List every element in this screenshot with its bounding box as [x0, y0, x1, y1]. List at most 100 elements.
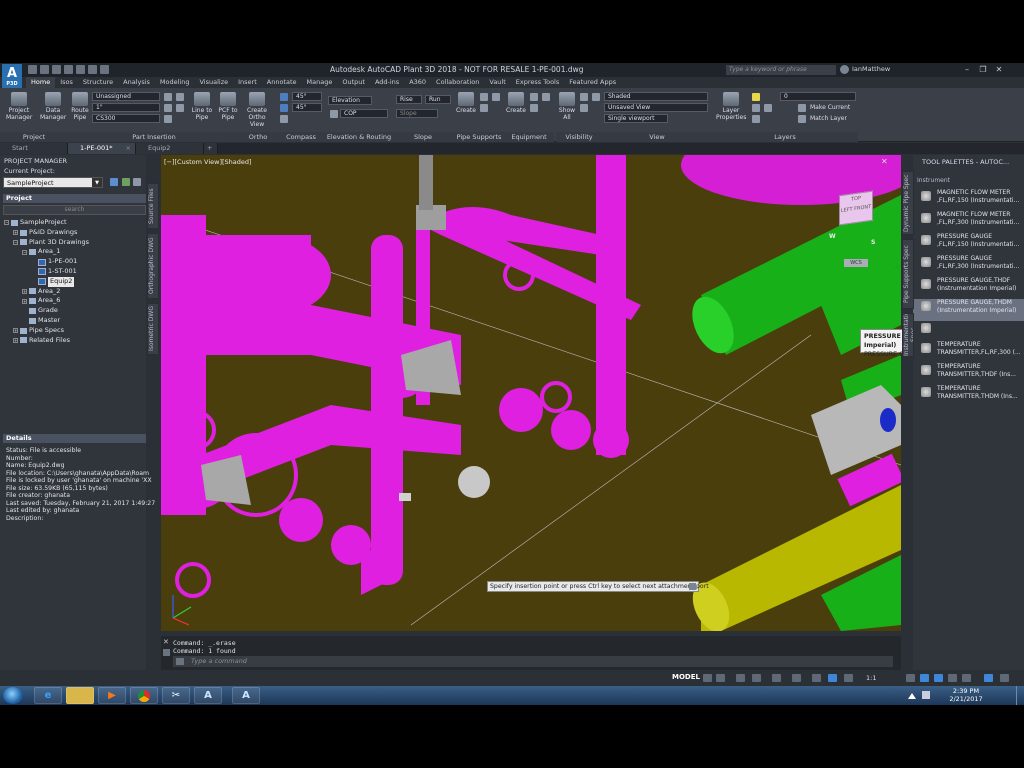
- create-ortho-view-button[interactable]: Create Ortho View: [242, 92, 272, 128]
- tree-item-area-6[interactable]: + Area_6: [4, 296, 144, 306]
- isolate-icon[interactable]: [920, 674, 929, 682]
- current-layer-combo[interactable]: 0: [780, 92, 856, 101]
- project-manager-button[interactable]: Project Manager: [6, 92, 32, 121]
- expand-icon[interactable]: +: [22, 298, 27, 304]
- redo-icon[interactable]: [100, 65, 109, 74]
- cop-combo[interactable]: COP: [340, 109, 388, 118]
- pcf-to-pipe-button[interactable]: PCF to Pipe: [216, 92, 240, 121]
- pipe-elbow[interactable]: [593, 422, 629, 458]
- compass-angle-combo[interactable]: 45°: [292, 92, 322, 101]
- visibility-tool-icon[interactable]: [580, 93, 588, 101]
- rise-field[interactable]: Rise: [396, 95, 422, 104]
- doc-tab-equip2[interactable]: Equip2: [136, 143, 204, 154]
- palette-item-temperature-transmitter-thdf[interactable]: TEMPERATURE TRANSMITTER,THDF (Ins...: [913, 363, 1024, 385]
- compass-icon[interactable]: [280, 115, 288, 123]
- tree-item-area-2[interactable]: + Area_2: [4, 287, 144, 297]
- palette-item-pressure-gauge-300[interactable]: PRESSURE GAUGE ,FL,RF,300 (Instrumentati.…: [913, 255, 1024, 277]
- plot-icon[interactable]: [76, 65, 85, 74]
- palette-item-magnetic-flow-meter-300[interactable]: MAGNETIC FLOW METER ,FL,RF,300 (Instrumen…: [913, 211, 1024, 233]
- show-desktop-button[interactable]: [1016, 686, 1024, 705]
- save-icon[interactable]: [52, 65, 61, 74]
- create-pipe-support-button[interactable]: Create: [456, 92, 476, 114]
- line-to-pipe-button[interactable]: Line to Pipe: [190, 92, 214, 121]
- close-tab-icon[interactable]: ×: [126, 143, 131, 154]
- start-button[interactable]: [3, 687, 23, 704]
- annotation-scale[interactable]: 1:1: [866, 674, 876, 682]
- tab-vault[interactable]: Vault: [484, 77, 510, 88]
- minimize-button[interactable]: –: [960, 64, 974, 75]
- otrack-icon[interactable]: [792, 674, 801, 682]
- workspace-icon[interactable]: [906, 674, 915, 682]
- pipe-spec-combo[interactable]: CS300: [92, 114, 160, 123]
- vessel-body[interactable]: [201, 235, 311, 355]
- plant-3d-model[interactable]: [161, 155, 901, 631]
- current-project-combo[interactable]: SampleProject ▼: [3, 177, 103, 188]
- layer-tool-icon[interactable]: [764, 104, 772, 112]
- viewcube-left-face[interactable]: LEFT: [841, 206, 853, 214]
- show-all-button[interactable]: Show All: [558, 92, 576, 121]
- make-current-button[interactable]: Make Current: [810, 104, 850, 111]
- doc-tab-start[interactable]: Start: [0, 143, 68, 154]
- tab-home[interactable]: Home: [26, 77, 56, 88]
- saved-view-combo[interactable]: Unsaved View: [604, 103, 708, 112]
- side-tab-orthographic-dwg[interactable]: Orthographic DWG: [147, 233, 159, 299]
- open-icon[interactable]: [40, 65, 49, 74]
- insertion-tool-icon[interactable]: [164, 104, 172, 112]
- visual-style-combo[interactable]: Shaded: [604, 92, 708, 101]
- vertical-pipe[interactable]: [596, 155, 626, 455]
- viewport-close-icon[interactable]: ✕: [881, 157, 890, 166]
- tab-isos[interactable]: Isos: [55, 77, 78, 88]
- new-tab-button[interactable]: +: [204, 143, 218, 154]
- viewport-controls-label[interactable]: [−][Custom View][Shaded]: [164, 158, 252, 166]
- compass-south[interactable]: S: [871, 239, 875, 246]
- project-help-icon[interactable]: [133, 178, 141, 186]
- valve-body[interactable]: [499, 388, 543, 432]
- side-tab-isometric-dwg[interactable]: Isometric DWG: [147, 303, 159, 355]
- project-search-input[interactable]: search: [3, 205, 146, 215]
- command-settings-icon[interactable]: [163, 649, 170, 656]
- tab-a360[interactable]: A360: [404, 77, 431, 88]
- command-close-icon[interactable]: ✕: [163, 639, 170, 646]
- compass-toggle-icon[interactable]: [280, 93, 288, 101]
- insertion-tool-icon[interactable]: [176, 93, 184, 101]
- tab-structure[interactable]: Structure: [78, 77, 118, 88]
- tab-annotate[interactable]: Annotate: [262, 77, 302, 88]
- collapse-icon[interactable]: −: [22, 249, 27, 255]
- lineweight-icon[interactable]: [812, 674, 821, 682]
- palette-item-temperature-transmitter-300[interactable]: TEMPERATURE TRANSMITTER,FL,RF,300 (...: [913, 341, 1024, 363]
- chrome-icon[interactable]: [130, 687, 158, 704]
- save-as-icon[interactable]: [64, 65, 73, 74]
- collapse-icon[interactable]: −: [13, 239, 18, 245]
- compass-west[interactable]: W: [829, 233, 836, 240]
- layer-properties-button[interactable]: Layer Properties: [716, 92, 746, 121]
- palette-item-magnetic-flow-meter-150[interactable]: MAGNETIC FLOW METER ,FL,RF,150 (Instrumen…: [913, 189, 1024, 211]
- layer-tool-icon[interactable]: [752, 104, 760, 112]
- clock[interactable]: 2:39 PM 2/21/2017: [938, 687, 994, 703]
- vertical-pipe[interactable]: [371, 235, 403, 585]
- tab-collaboration[interactable]: Collaboration: [431, 77, 484, 88]
- snipping-tool-icon[interactable]: ✂: [162, 687, 190, 704]
- prompt-options-icon[interactable]: [689, 583, 696, 590]
- expand-icon[interactable]: +: [13, 328, 18, 334]
- undo-icon[interactable]: [88, 65, 97, 74]
- tab-output[interactable]: Output: [337, 77, 370, 88]
- layer-tool-icon[interactable]: [752, 115, 760, 123]
- project-section-header[interactable]: Project: [3, 194, 146, 203]
- expand-icon[interactable]: +: [13, 337, 18, 343]
- insertion-tool-icon[interactable]: [164, 93, 172, 101]
- osnap-icon[interactable]: [772, 674, 781, 682]
- compass-angle2-combo[interactable]: 45°: [292, 103, 322, 112]
- new-icon[interactable]: [28, 65, 37, 74]
- palette-item-pressure-gauge-150[interactable]: PRESSURE GAUGE ,FL,RF,150 (Instrumentati.…: [913, 233, 1024, 255]
- support-tool-icon[interactable]: [492, 93, 500, 101]
- palette-item-pressure-gauge-thdm[interactable]: PRESSURE GAUGE,THDM (Instrumentation Impe…: [913, 299, 1024, 321]
- isolate-objects-icon[interactable]: [948, 674, 957, 682]
- tree-item-pid-drawings[interactable]: + P&ID Drawings: [4, 228, 144, 238]
- tab-manage[interactable]: Manage: [302, 77, 338, 88]
- tree-item-sampleproject[interactable]: − SampleProject: [4, 218, 144, 228]
- equipment-tool-icon[interactable]: [542, 93, 550, 101]
- tab-insert[interactable]: Insert: [233, 77, 262, 88]
- side-tab-pipe-supports-spec[interactable]: Pipe Supports Spec: [902, 239, 914, 309]
- polar-icon[interactable]: [752, 674, 761, 682]
- visibility-tool-icon[interactable]: [580, 104, 588, 112]
